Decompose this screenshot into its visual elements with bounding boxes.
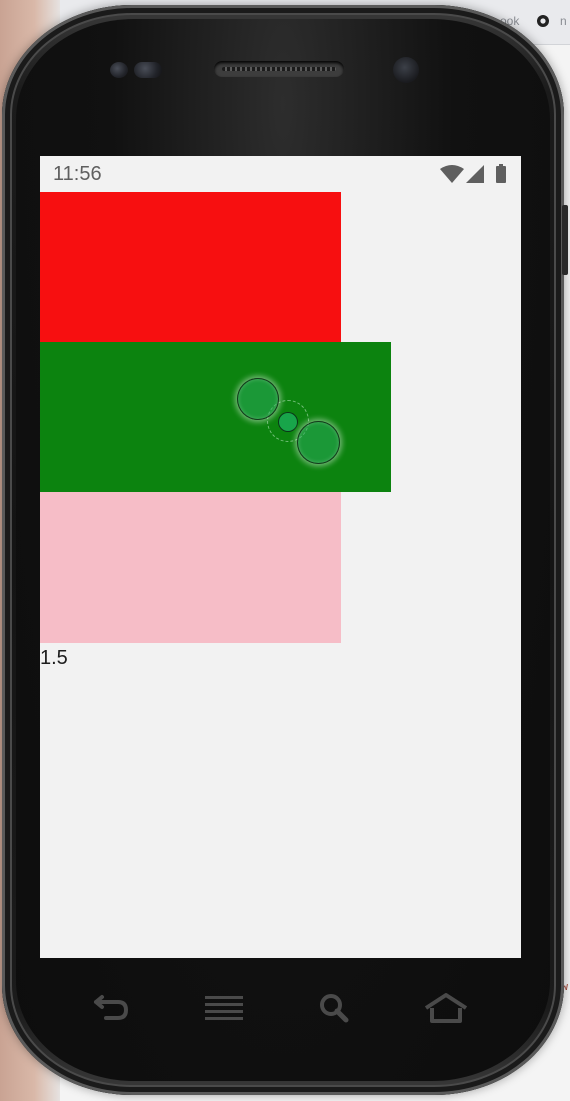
status-icons	[439, 164, 509, 184]
search-key[interactable]	[316, 992, 360, 1028]
light-sensor-icon	[134, 62, 162, 78]
home-icon	[424, 993, 468, 1023]
earpiece-speaker	[214, 61, 344, 77]
touch-point-2	[297, 421, 340, 464]
wifi-icon	[440, 165, 464, 183]
menu-icon	[205, 996, 243, 1020]
touch-point-1	[237, 378, 279, 420]
proximity-sensor-icon	[110, 62, 128, 78]
front-camera-icon	[393, 57, 419, 83]
red-view	[40, 192, 341, 342]
cell-signal-icon	[466, 165, 484, 183]
github-icon	[537, 15, 549, 27]
scale-value-text: 1.5	[40, 647, 68, 669]
background-tab-text-2: n	[560, 14, 567, 28]
back-icon	[94, 995, 128, 1020]
battery-icon	[496, 164, 506, 183]
back-key[interactable]	[88, 992, 132, 1028]
status-clock: 11:56	[53, 163, 102, 185]
pink-view	[40, 492, 341, 643]
green-scalable-view[interactable]	[40, 342, 391, 492]
home-key[interactable]	[424, 992, 468, 1028]
device-screen: 11:56 1.5	[40, 156, 521, 958]
status-bar: 11:56	[40, 156, 521, 192]
menu-key[interactable]	[203, 992, 247, 1028]
pinch-center-point	[278, 412, 298, 432]
search-icon	[320, 994, 349, 1023]
power-button[interactable]	[562, 205, 568, 275]
